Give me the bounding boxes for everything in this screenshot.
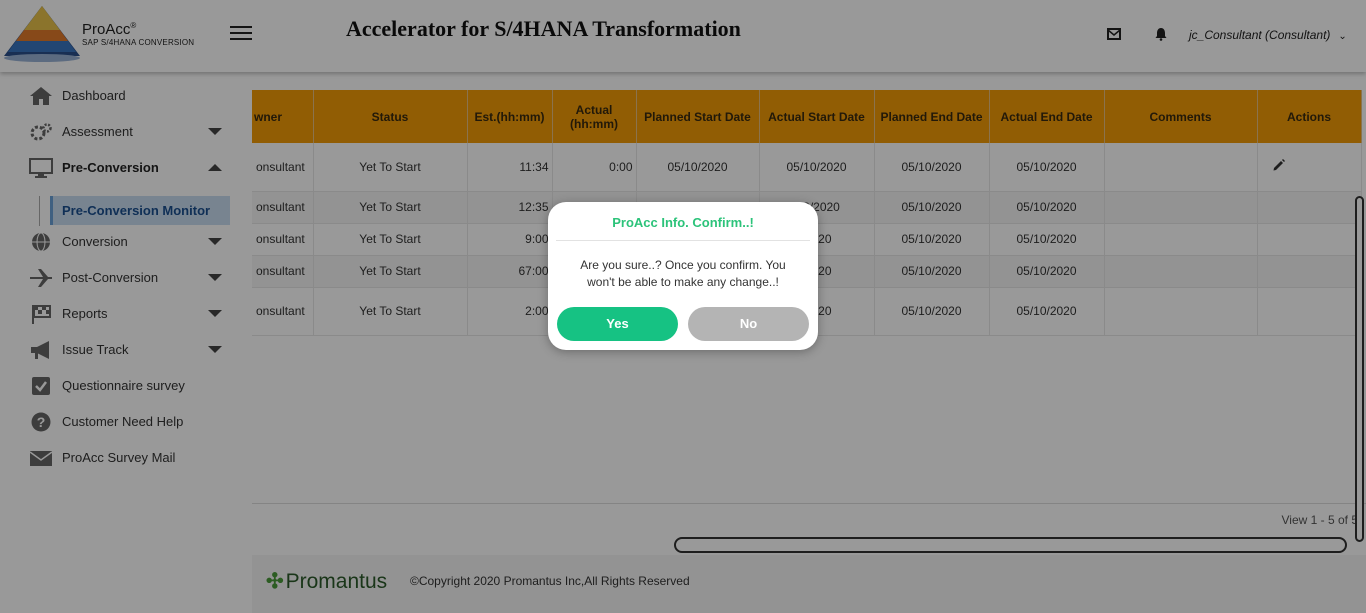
dialog-title: ProAcc Info. Confirm..! [612, 215, 754, 230]
yes-button[interactable]: Yes [557, 307, 678, 341]
dialog-divider [556, 240, 810, 241]
confirm-dialog: ProAcc Info. Confirm..! Are you sure..? … [548, 202, 818, 350]
no-button[interactable]: No [688, 307, 809, 341]
dialog-message: Are you sure..? Once you confirm. You wo… [580, 258, 786, 289]
